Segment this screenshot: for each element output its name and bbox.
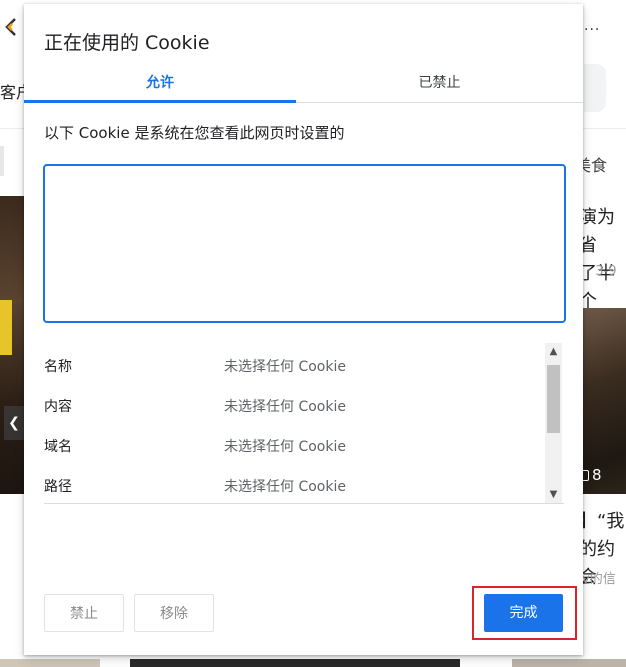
detail-value: 未选择任何 Cookie: [224, 359, 346, 375]
detail-row-content: 内容 未选择任何 Cookie: [44, 387, 544, 427]
title-line: 】“我: [579, 511, 625, 532]
remove-button[interactable]: 移除: [134, 594, 214, 632]
details-scrollbar[interactable]: ▲ ▼: [545, 343, 562, 503]
cookie-details: 名称 未选择任何 Cookie 内容 未选择任何 Cookie 域名 未选择任何…: [44, 341, 564, 504]
background-thumbnail[interactable]: [0, 659, 100, 667]
background-article-title[interactable]: 演为省 了半个: [579, 204, 626, 316]
detail-label: 域名: [44, 439, 72, 455]
tab-allowed[interactable]: 允许: [24, 66, 296, 103]
detail-label: 路径: [44, 479, 72, 495]
background-search-box[interactable]: [584, 64, 606, 112]
cookies-description: 以下 Cookie 是系统在您查看此网页时设置的: [44, 124, 345, 142]
carousel-prev-button[interactable]: ❮: [4, 406, 24, 440]
more-menu-icon[interactable]: ...: [584, 18, 600, 34]
scrollbar-thumb[interactable]: [547, 365, 560, 433]
chevron-left-icon: ❮: [8, 415, 20, 431]
background-image-detail: [0, 300, 12, 355]
detail-value: 未选择任何 Cookie: [224, 479, 346, 495]
cookies-dialog: 正在使用的 Cookie 允许 已禁止 以下 Cookie 是系统在您查看此网页…: [24, 4, 583, 655]
detail-value: 未选择任何 Cookie: [224, 439, 346, 455]
background-article-meta: · 3-9: [587, 264, 617, 279]
detail-label: 名称: [44, 359, 72, 375]
done-button[interactable]: 完成: [484, 594, 563, 632]
tab-blocked[interactable]: 已禁止: [296, 66, 583, 102]
logo-icon: [5, 18, 16, 36]
chevron-up-icon[interactable]: ▲: [545, 343, 562, 360]
background-nav-pill[interactable]: [0, 146, 4, 176]
tab-bar: 允许 已禁止: [24, 66, 583, 103]
dialog-title: 正在使用的 Cookie: [44, 32, 210, 54]
detail-value: 未选择任何 Cookie: [224, 399, 346, 415]
block-button[interactable]: 禁止: [44, 594, 124, 632]
title-line: 演为省: [579, 207, 615, 256]
background-thumbnail[interactable]: [130, 659, 460, 667]
detail-label: 内容: [44, 399, 72, 415]
detail-row-name: 名称 未选择任何 Cookie: [44, 347, 544, 387]
background-thumbnail[interactable]: [512, 659, 626, 667]
background-article-meta: v的信: [582, 572, 616, 587]
detail-row-path: 路径 未选择任何 Cookie: [44, 467, 544, 503]
cookie-tree-view[interactable]: [43, 164, 566, 323]
image-count: 8: [592, 466, 602, 484]
detail-row-domain: 域名 未选择任何 Cookie: [44, 427, 544, 467]
chevron-down-icon[interactable]: ▼: [545, 486, 562, 503]
